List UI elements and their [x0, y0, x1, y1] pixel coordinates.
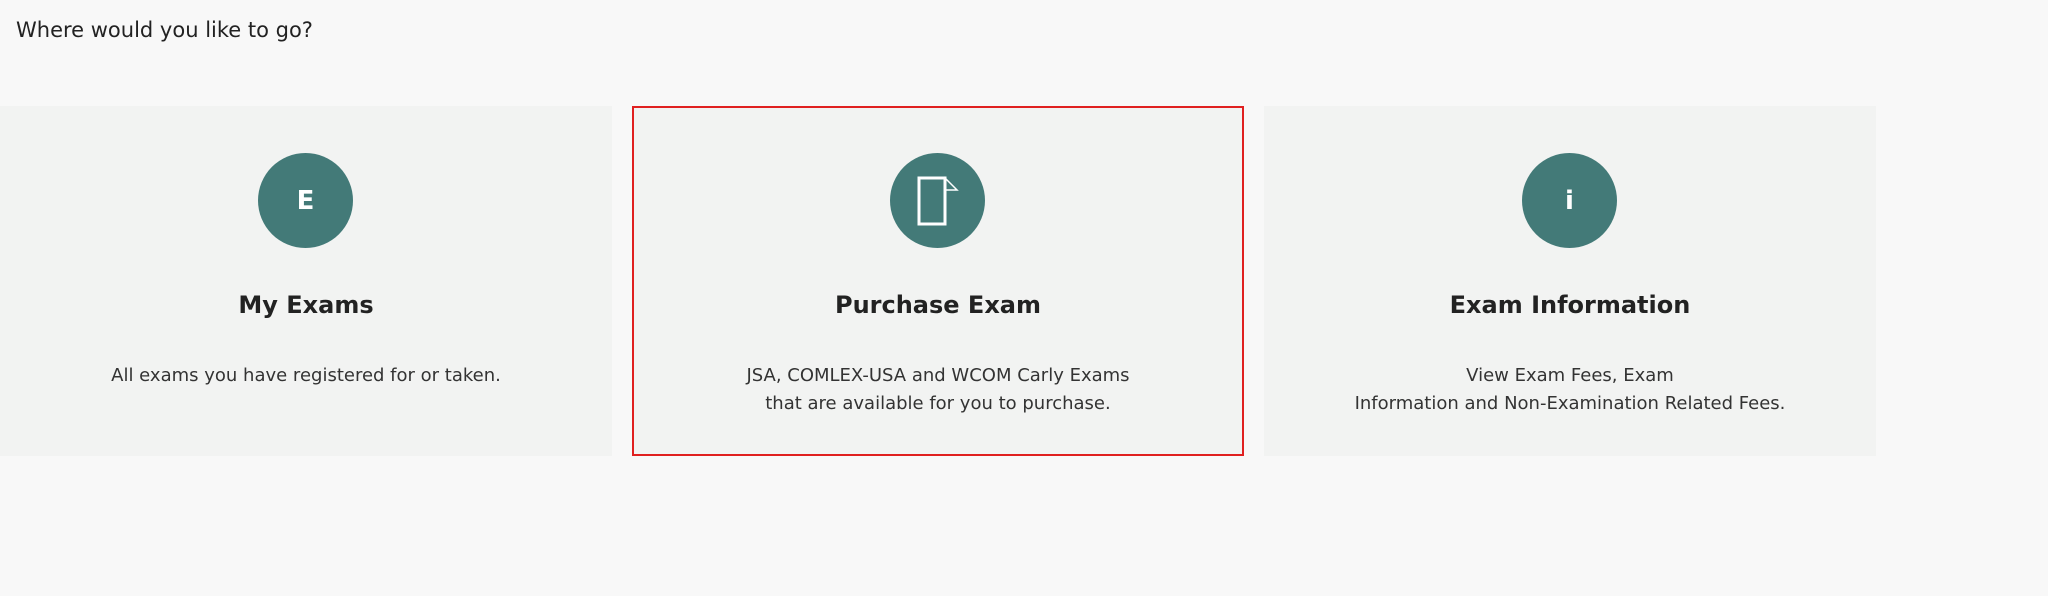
purchase-exam-card[interactable]: Purchase Exam JSA, COMLEX-USA and WCOM C… [632, 106, 1244, 456]
card-description-line: Information and Non-Examination Related … [1354, 393, 1786, 414]
card-description-line: that are available for you to purchase. [765, 393, 1111, 414]
card-description: All exams you have registered for or tak… [0, 362, 612, 390]
card-description-line: View Exam Fees, Exam [1466, 365, 1674, 386]
letter-e-icon: E [258, 153, 353, 248]
card-description-line: All exams you have registered for or tak… [111, 365, 501, 386]
card-title: My Exams [238, 291, 374, 319]
page-prompt: Where would you like to go? [16, 18, 313, 42]
card-title: Exam Information [1449, 291, 1691, 319]
document-icon [890, 153, 985, 248]
card-description: JSA, COMLEX-USA and WCOM Carly Exams tha… [634, 362, 1242, 418]
info-icon: i [1522, 153, 1617, 248]
card-description-line: JSA, COMLEX-USA and WCOM Carly Exams [746, 365, 1130, 386]
navigation-cards: E My Exams All exams you have registered… [0, 106, 2048, 456]
card-title: Purchase Exam [834, 291, 1041, 319]
card-description: View Exam Fees, Exam Information and Non… [1264, 362, 1876, 418]
exam-information-card[interactable]: i Exam Information View Exam Fees, Exam … [1264, 106, 1876, 456]
my-exams-card[interactable]: E My Exams All exams you have registered… [0, 106, 612, 456]
